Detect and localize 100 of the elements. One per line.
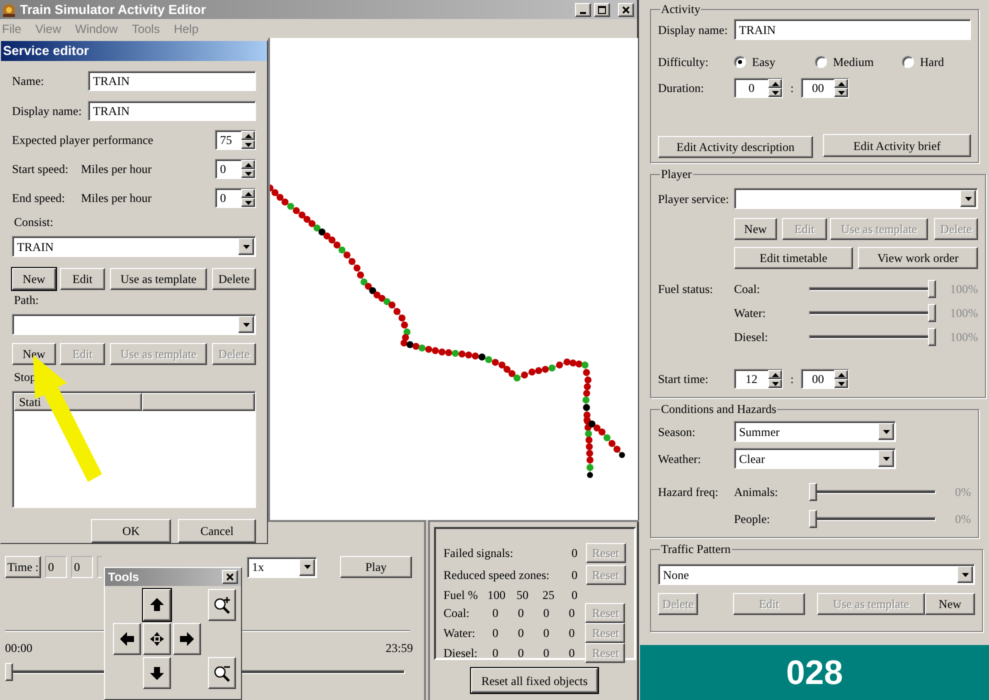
radio-button[interactable] xyxy=(902,56,914,68)
spin-buttons[interactable] xyxy=(768,79,782,97)
time-end: 23:59 xyxy=(386,642,413,654)
consist-button[interactable]: Delete xyxy=(212,268,256,290)
season-dropdown[interactable]: Summer xyxy=(734,421,896,442)
field-label: Start time: xyxy=(658,371,710,388)
stat-label: Reduced speed zones: xyxy=(444,567,550,584)
radio-button[interactable] xyxy=(734,56,746,68)
number-field[interactable]: 75 xyxy=(215,130,256,150)
consist-button[interactable]: New xyxy=(12,268,56,290)
pan-up-button[interactable] xyxy=(143,589,171,621)
hours-field[interactable]: 12 xyxy=(734,369,783,389)
path-button[interactable]: New xyxy=(12,343,56,365)
move-icon xyxy=(148,630,166,648)
zoom-in-button[interactable] xyxy=(208,589,236,621)
reset-all-button[interactable]: Reset all fixed objects xyxy=(471,668,598,693)
description-button[interactable]: Edit Activity description xyxy=(658,136,813,158)
traffic-dropdown[interactable]: None xyxy=(658,564,975,585)
close-button[interactable] xyxy=(222,570,238,584)
pan-left-button[interactable] xyxy=(113,623,141,655)
text-field[interactable]: TRAIN xyxy=(88,101,256,121)
down-caret-icon xyxy=(838,382,844,386)
arrow-left-icon xyxy=(118,630,136,648)
field-label: Path: xyxy=(13,292,40,308)
fuel-count: 0 xyxy=(568,645,576,662)
column-header[interactable] xyxy=(142,393,255,411)
slider-thumb[interactable] xyxy=(928,280,936,298)
pan-right-button[interactable] xyxy=(173,623,201,655)
column-header: 50 xyxy=(516,587,530,604)
up-caret-icon xyxy=(838,82,844,86)
fuel-count: 0 xyxy=(568,605,576,622)
unit-label: Miles per hour xyxy=(81,190,153,207)
fuel-count: 0 xyxy=(542,605,550,622)
slider-thumb[interactable] xyxy=(809,510,817,528)
group-title: Activity xyxy=(660,3,702,15)
spin-buttons[interactable] xyxy=(834,370,848,388)
time-field[interactable]: 0 xyxy=(71,556,93,578)
slider-thumb[interactable] xyxy=(928,304,936,322)
time-field[interactable] xyxy=(97,556,102,578)
brief-button[interactable]: Edit Activity brief xyxy=(823,134,971,157)
up-caret-icon xyxy=(244,162,252,166)
spin-buttons[interactable] xyxy=(834,79,848,97)
option-label: Medium xyxy=(833,54,874,71)
fuel-count: 0 xyxy=(516,645,525,662)
time-field[interactable]: 0 xyxy=(45,556,67,578)
service-button[interactable]: New xyxy=(734,218,777,240)
minimize-button[interactable] xyxy=(575,2,591,16)
caret-icon xyxy=(242,244,250,248)
spin-buttons[interactable] xyxy=(241,131,255,149)
service-dropdown[interactable] xyxy=(734,188,978,209)
path-dropdown[interactable] xyxy=(12,314,256,335)
time-label: Time : xyxy=(5,556,41,578)
slider-thumb[interactable] xyxy=(928,328,936,346)
consist-button[interactable]: Edit xyxy=(60,268,105,290)
field-label: Display name: xyxy=(658,22,729,38)
number-field[interactable]: 0 xyxy=(215,159,256,179)
slider-label: Animals: xyxy=(734,484,779,501)
text-field[interactable]: TRAIN xyxy=(88,71,256,91)
fuel-count: 0 xyxy=(542,645,550,662)
field-label: Fuel status: xyxy=(658,281,714,298)
stops-list[interactable]: Stati xyxy=(12,391,256,508)
spin-buttons[interactable] xyxy=(768,370,782,388)
field-label: Player service: xyxy=(658,190,730,208)
number-field[interactable]: 0 xyxy=(215,188,256,208)
traffic-button[interactable]: New xyxy=(925,593,975,615)
pan-down-button[interactable] xyxy=(143,657,171,689)
close-icon xyxy=(226,573,234,581)
ok-button[interactable]: OK xyxy=(91,519,171,543)
minutes-field[interactable]: 00 xyxy=(801,369,849,389)
fuel-count: 0 xyxy=(542,625,550,642)
timetable-button[interactable]: Edit timetable xyxy=(734,247,853,269)
pan-center-button[interactable] xyxy=(143,623,171,655)
down-caret-icon xyxy=(244,142,252,146)
column-header: 100 xyxy=(486,587,506,604)
down-caret-icon xyxy=(772,90,778,94)
weather-dropdown[interactable]: Clear xyxy=(734,448,896,469)
slider-thumb[interactable] xyxy=(809,483,817,501)
cancel-button[interactable]: Cancel xyxy=(178,519,256,543)
text-field[interactable]: TRAIN xyxy=(734,19,971,40)
consist-button[interactable]: Use as template xyxy=(110,268,207,290)
slider-label: Water: xyxy=(734,305,767,322)
hours-field[interactable]: 0 xyxy=(734,78,783,98)
field-label: Season: xyxy=(658,424,696,440)
radio-button[interactable] xyxy=(815,56,827,68)
minutes-field[interactable]: 00 xyxy=(801,78,849,98)
caret-icon xyxy=(962,572,968,576)
speed-dropdown[interactable]: 1x xyxy=(247,556,317,578)
spin-buttons[interactable] xyxy=(241,160,255,178)
spin-buttons[interactable] xyxy=(241,189,255,207)
play-button[interactable]: Play xyxy=(340,556,412,578)
zoom-out-button[interactable] xyxy=(208,657,236,689)
close-button[interactable] xyxy=(618,2,634,16)
field-label: End speed: xyxy=(12,190,66,207)
maximize-button[interactable] xyxy=(594,2,610,16)
map-canvas[interactable] xyxy=(268,38,638,520)
work-order-button[interactable]: View work order xyxy=(858,247,978,269)
slider-value: 0% xyxy=(954,511,971,528)
slider-thumb[interactable] xyxy=(5,663,13,681)
consist-dropdown[interactable]: TRAIN xyxy=(12,236,256,257)
field-label: Weather: xyxy=(658,450,702,468)
